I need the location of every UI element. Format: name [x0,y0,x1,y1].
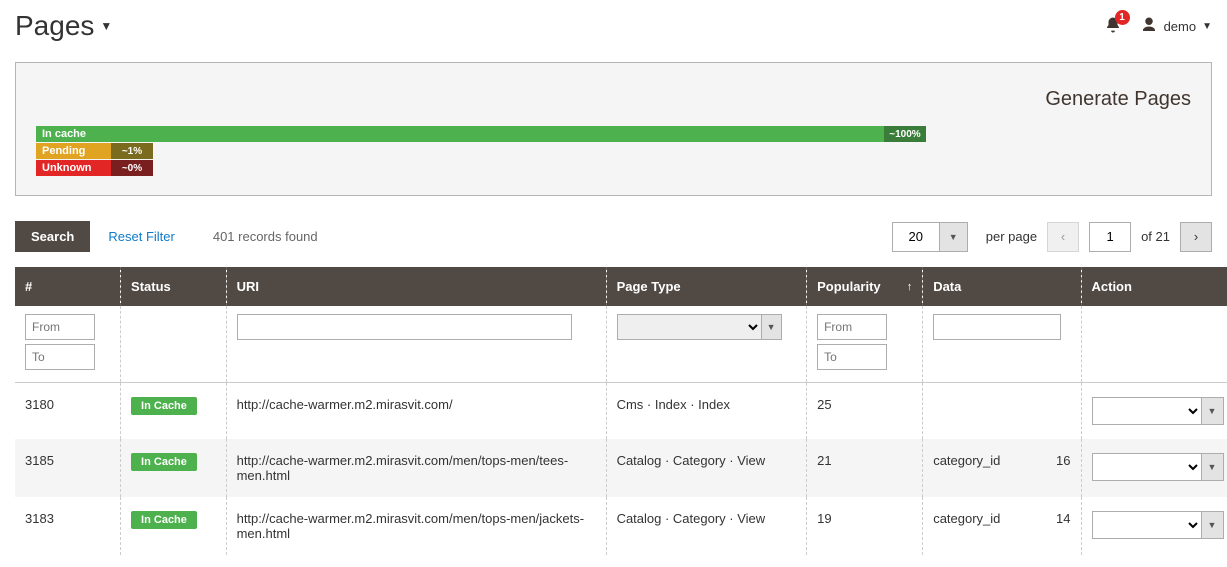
cell-id: 3183 [15,497,121,555]
filter-page-type-select[interactable] [617,314,762,340]
user-menu-button[interactable]: demo ▼ [1140,16,1212,37]
per-page-label: per page [986,229,1037,244]
cell-popularity: 21 [807,439,923,497]
records-found-text: 401 records found [213,229,318,244]
chevron-right-icon: › [1194,229,1198,244]
filter-page-type-caret[interactable]: ▼ [762,314,782,340]
row-action-select[interactable] [1092,453,1202,481]
row-action-caret[interactable]: ▼ [1202,397,1224,425]
status-badge: In Cache [131,397,197,415]
status-bars: In cache ~100% Pending ~1% Unknown ~0% [36,126,936,176]
bar-unknown-pct: ~0% [111,160,153,176]
filter-pop-to[interactable] [817,344,887,370]
caret-down-icon: ▼ [1208,462,1217,472]
chevron-left-icon: ‹ [1061,229,1065,244]
cell-action: ▼ [1081,497,1227,555]
col-header-page-type[interactable]: Page Type [606,267,807,306]
col-header-popularity[interactable]: Popularity↑ [807,267,923,306]
data-val: 14 [1056,511,1070,526]
caret-down-icon: ▼ [1208,520,1217,530]
next-page-button[interactable]: › [1180,222,1212,252]
data-key: category_id [933,453,1000,468]
cell-uri: http://cache-warmer.m2.mirasvit.com/men/… [226,439,606,497]
bar-in-cache-pct: ~100% [884,126,926,142]
user-name: demo [1164,19,1197,34]
cell-page-type: Catalog · Category · View [606,439,807,497]
filter-pop-from[interactable] [817,314,887,340]
filter-id-from[interactable] [25,314,95,340]
grid-controls: Search Reset Filter 401 records found ▼ … [0,196,1227,267]
row-action-caret[interactable]: ▼ [1202,511,1224,539]
bar-in-cache-label: In cache [42,128,86,140]
cell-popularity: 19 [807,497,923,555]
col-header-id[interactable]: # [15,267,121,306]
title-dropdown-caret-icon: ▼ [100,19,112,33]
search-button[interactable]: Search [15,221,90,252]
notifications-button[interactable]: 1 [1104,16,1122,37]
data-val: 16 [1056,453,1070,468]
reset-filter-link[interactable]: Reset Filter [108,229,174,244]
notification-count-badge: 1 [1115,10,1130,25]
bar-unknown: Unknown ~0% [36,160,936,176]
cell-page-type: Catalog · Category · View [606,497,807,555]
data-key: category_id [933,511,1000,526]
cell-status: In Cache [121,383,227,440]
col-header-action[interactable]: Action [1081,267,1227,306]
cell-action: ▼ [1081,383,1227,440]
table-row: 3185 In Cache http://cache-warmer.m2.mir… [15,439,1227,497]
row-action-caret[interactable]: ▼ [1202,453,1224,481]
cell-uri: http://cache-warmer.m2.mirasvit.com/ [226,383,606,440]
user-icon [1140,16,1158,37]
generate-panel: Generate Pages In cache ~100% Pending ~1… [15,62,1212,196]
cell-status: In Cache [121,497,227,555]
bar-in-cache: In cache ~100% [36,126,936,142]
col-header-data[interactable]: Data [923,267,1081,306]
user-caret-icon: ▼ [1202,21,1212,32]
row-action-select[interactable] [1092,397,1202,425]
sort-asc-icon: ↑ [907,281,913,293]
header-right: 1 demo ▼ [1104,16,1212,37]
filter-uri-input[interactable] [237,314,572,340]
page-header: Pages ▼ 1 demo ▼ [0,0,1227,62]
cell-data [923,383,1081,440]
pages-grid: # Status URI Page Type Popularity↑ Data … [15,267,1227,555]
status-badge: In Cache [131,511,197,529]
page-of-label: of 21 [1141,229,1170,244]
per-page-dropdown-button[interactable]: ▼ [940,222,968,252]
caret-down-icon: ▼ [767,322,776,332]
per-page-selector: ▼ [892,222,968,252]
cell-data: category_id 16 [923,439,1081,497]
bar-pending: Pending ~1% [36,143,936,159]
filter-data-input[interactable] [933,314,1061,340]
filter-row: ▼ [15,306,1227,383]
cell-data: category_id 14 [923,497,1081,555]
col-header-uri[interactable]: URI [226,267,606,306]
cell-id: 3185 [15,439,121,497]
per-page-input[interactable] [892,222,940,252]
col-header-status[interactable]: Status [121,267,227,306]
page-number-input[interactable] [1089,222,1131,252]
row-action-select[interactable] [1092,511,1202,539]
caret-down-icon: ▼ [949,232,958,242]
caret-down-icon: ▼ [1208,406,1217,416]
cell-popularity: 25 [807,383,923,440]
page-title: Pages [15,10,94,42]
prev-page-button[interactable]: ‹ [1047,222,1079,252]
page-title-area[interactable]: Pages ▼ [15,10,112,42]
cell-page-type: Cms · Index · Index [606,383,807,440]
cell-status: In Cache [121,439,227,497]
bar-unknown-label: Unknown [42,162,92,174]
generate-pages-link[interactable]: Generate Pages [1045,88,1191,110]
status-badge: In Cache [131,453,197,471]
table-row: 3183 In Cache http://cache-warmer.m2.mir… [15,497,1227,555]
cell-uri: http://cache-warmer.m2.mirasvit.com/men/… [226,497,606,555]
bar-pending-pct: ~1% [111,143,153,159]
cell-action: ▼ [1081,439,1227,497]
bar-pending-label: Pending [42,145,85,157]
filter-id-to[interactable] [25,344,95,370]
table-row: 3180 In Cache http://cache-warmer.m2.mir… [15,383,1227,440]
cell-id: 3180 [15,383,121,440]
